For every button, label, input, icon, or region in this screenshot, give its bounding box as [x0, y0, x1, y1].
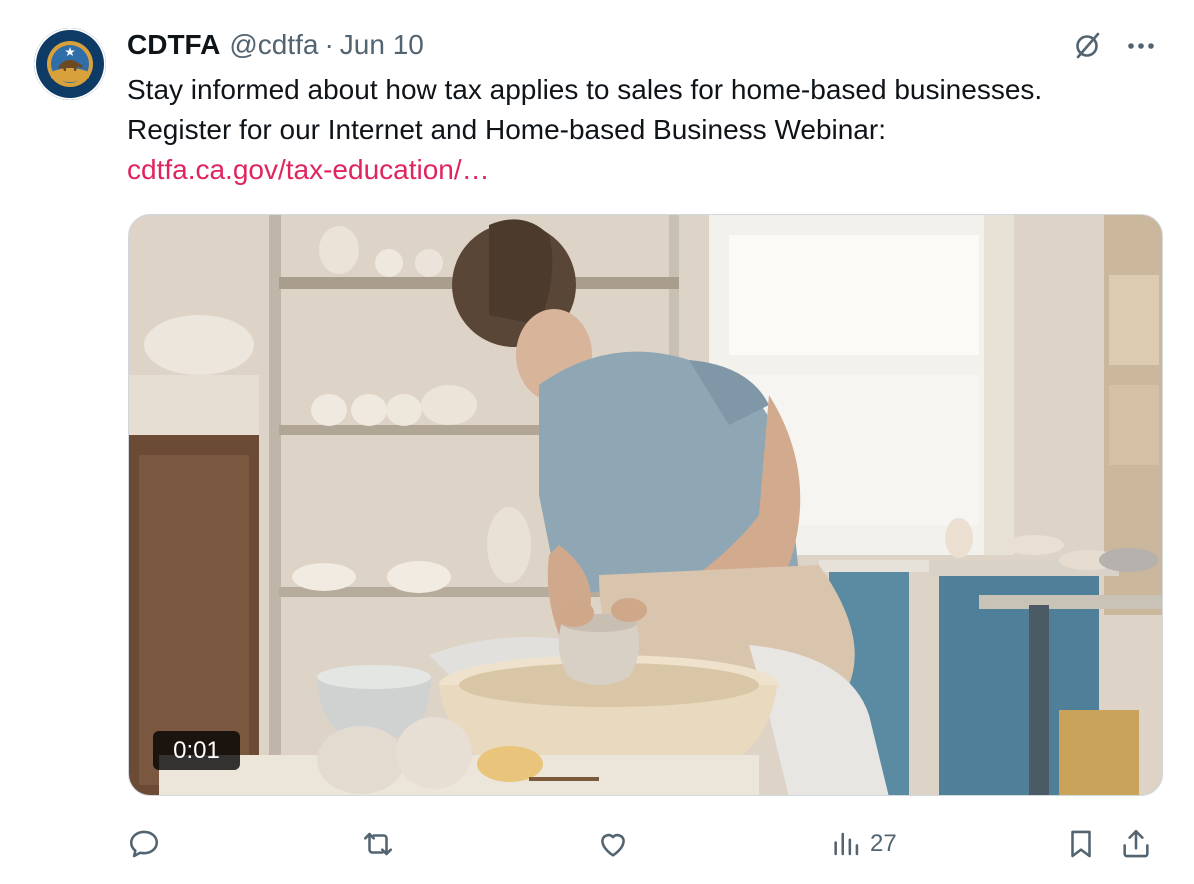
header-separator: ·: [324, 29, 334, 60]
tweet-header: CDTFA @cdtfa · Jun 10: [127, 28, 424, 62]
author-avatar[interactable]: [34, 28, 106, 100]
views-count: 27: [870, 830, 897, 857]
views-button[interactable]: 27: [830, 822, 897, 866]
california-tax-seal-icon: [34, 28, 106, 100]
pottery-video-frame: [129, 215, 1162, 795]
bookmark-button[interactable]: [1064, 822, 1098, 866]
share-button[interactable]: [1119, 822, 1153, 866]
author-handle[interactable]: @cdtfa: [229, 29, 318, 61]
like-button[interactable]: [596, 822, 630, 866]
repost-icon: [363, 832, 393, 856]
author-name[interactable]: CDTFA: [127, 29, 220, 61]
share-icon: [1123, 829, 1149, 858]
tweet-card: CDTFA @cdtfa · Jun 10 Stay informed abou…: [0, 0, 1194, 884]
repost-button[interactable]: [361, 822, 395, 866]
tweet-top-icons: [1068, 30, 1160, 62]
reply-button[interactable]: [127, 822, 161, 866]
like-icon: [601, 833, 625, 857]
video-player[interactable]: [128, 214, 1163, 796]
tweet-text: Stay informed about how tax applies to s…: [127, 70, 1167, 190]
tweet-link[interactable]: cdtfa.ca.gov/tax-education/…: [127, 150, 1167, 190]
views-icon: [834, 832, 859, 856]
tweet-actions: 27: [127, 822, 1167, 866]
video-duration: 0:01: [153, 731, 240, 770]
grok-icon[interactable]: [1068, 30, 1106, 62]
bookmark-icon: [1071, 830, 1091, 858]
reply-icon: [129, 830, 159, 858]
tweet-text-line-1: Stay informed about how tax applies to s…: [127, 74, 1043, 105]
tweet-date[interactable]: Jun 10: [340, 29, 424, 61]
tweet-text-line-2: Register for our Internet and Home-based…: [127, 114, 886, 145]
more-options-icon[interactable]: [1122, 30, 1160, 62]
